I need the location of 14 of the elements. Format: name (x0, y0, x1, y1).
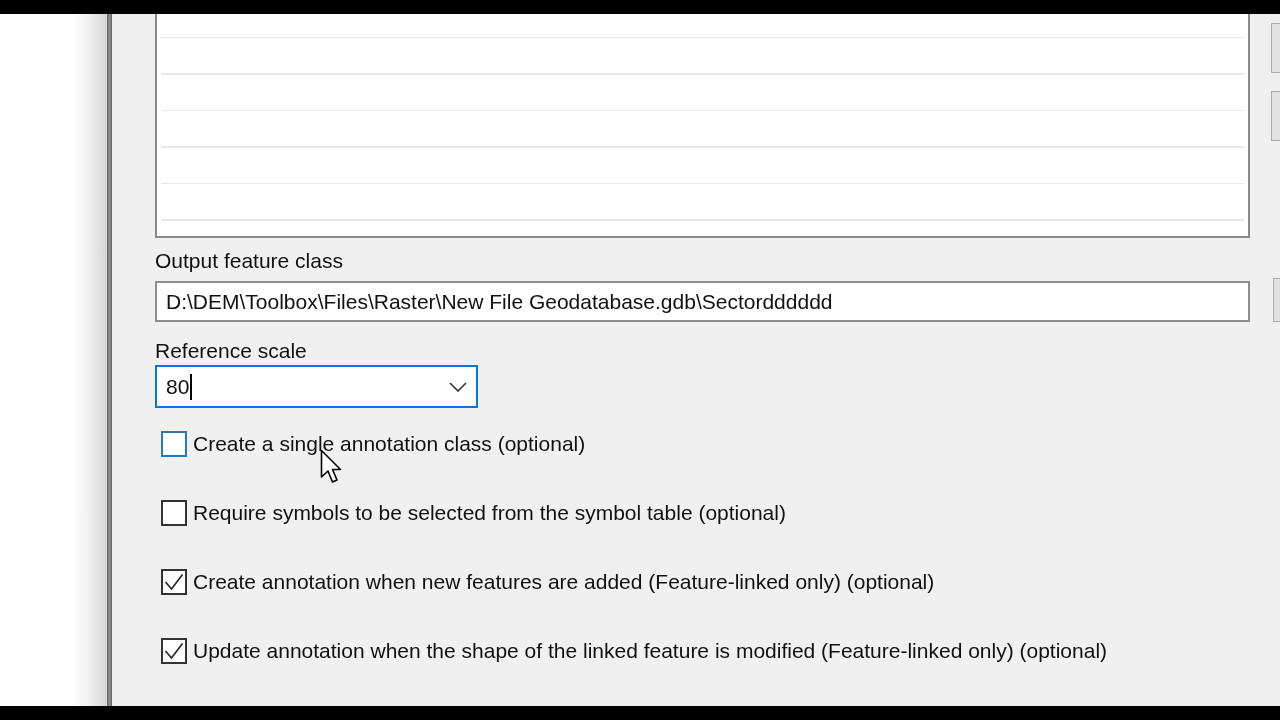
text-cursor-icon (190, 373, 193, 400)
checkbox[interactable] (161, 569, 187, 595)
checkbox[interactable] (161, 638, 187, 664)
checkbox-label: Update annotation when the shape of the linked feature is modified (Feature-linked only) (optional) (193, 638, 1108, 664)
chevron-down-icon (449, 381, 467, 392)
checkbox-label: Create annotation when new features are added (Feature-linked only) (optional) (193, 569, 935, 595)
output-path-field[interactable]: D:\DEM\Toolbox\Files\Raster\New File Geodatabase.gdb\Sectordddddd (155, 281, 1250, 322)
field-label: Reference scale (155, 339, 307, 363)
field-label: Output feature class (155, 249, 343, 273)
checkbox[interactable] (161, 431, 187, 457)
reference-scale-combo-box[interactable]: 80 (155, 365, 478, 408)
checkbox-label: Require symbols to be selected from the symbol table (optional) (193, 500, 786, 526)
checkbox[interactable] (161, 500, 187, 526)
checkbox-label: Create a single annotation class (optional) (193, 431, 586, 457)
